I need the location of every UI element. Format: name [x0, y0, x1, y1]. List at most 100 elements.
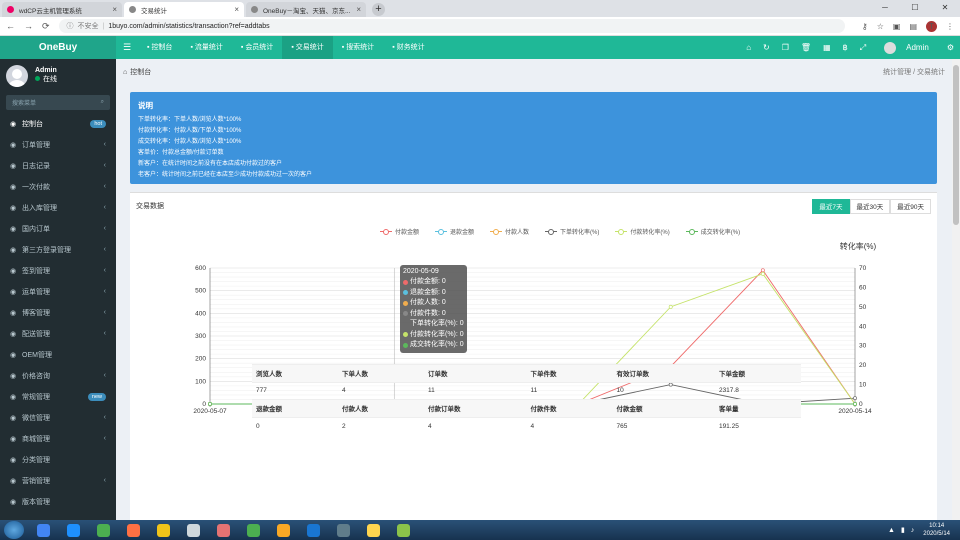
cache-icon[interactable]: ▦ [823, 43, 831, 52]
sidebar-item[interactable]: ◉ 分类管理 [0, 449, 116, 470]
topnav-item[interactable]: ▪ 交易统计 [282, 36, 333, 59]
reload-icon[interactable]: ⟳ [42, 21, 50, 32]
fullscreen-icon[interactable]: ⤢ [860, 43, 866, 53]
taskbar-app-icon[interactable] [271, 521, 295, 539]
sidebar-item[interactable]: ◉ 出入库管理 ‹ [0, 197, 116, 218]
volume-icon[interactable]: ♪ [911, 527, 915, 534]
sidebar-item[interactable]: ◉ 配送管理 ‹ [0, 323, 116, 344]
sidebar-item[interactable]: ◉ 一次付款 ‹ [0, 176, 116, 197]
sidebar-item[interactable]: ◉ 日志记录 ‹ [0, 155, 116, 176]
data-point [853, 396, 857, 401]
legend-item[interactable]: 下单转化率(%) [545, 227, 607, 236]
sidebar-search-input[interactable]: 搜索菜单 ⌕ [6, 95, 110, 110]
taskbar-app-icon[interactable] [241, 521, 265, 539]
table-row: 浏览人数 下单人数 订单数 下单件数 有效订单数 下单金额 [252, 364, 801, 382]
topnav-item[interactable]: ▪ 控制台 [138, 36, 181, 59]
taskbar-app-icon[interactable] [361, 521, 385, 539]
range-button[interactable]: 最近90天 [890, 198, 931, 214]
close-window-icon[interactable]: ✕ [930, 0, 960, 15]
sidebar-item[interactable]: ◉ 博客管理 ‹ [0, 302, 116, 323]
sidebar-item[interactable]: ◉ 国内订单 ‹ [0, 218, 116, 239]
y-tick-label: 400 [195, 310, 206, 317]
url-input[interactable]: ⓘ 不安全 | 1buyo.com/admin/statistics/trans… [58, 19, 845, 33]
legend-item[interactable]: 付款金额 [380, 227, 427, 236]
search-icon[interactable]: ⌕ [101, 99, 104, 106]
network-icon[interactable]: ▮ [901, 526, 905, 534]
browser-tab[interactable]: wdCP云主机管理系统 × [2, 2, 122, 17]
topnav-item[interactable]: ▪ 会员统计 [232, 36, 282, 59]
taskbar-app-icon[interactable] [61, 521, 85, 539]
tooltip-row: 成交转化率(%): 0 [403, 340, 464, 351]
sidebar-item[interactable]: ◉ 价格咨询 ‹ [0, 365, 116, 386]
clone-icon[interactable]: ❐ [782, 43, 789, 52]
legend-marker [615, 229, 628, 235]
sidebar-toggle-icon[interactable]: ☰ [116, 42, 138, 53]
extension-icon[interactable]: ▣ [893, 22, 901, 31]
admin-menu[interactable]: Admin [878, 41, 935, 54]
taskbar-app-icon[interactable] [31, 521, 55, 539]
legend-item[interactable]: 成交转化率(%) [685, 227, 748, 236]
sidebar-item[interactable]: ◉ 商城管理 ‹ [0, 428, 116, 449]
taskbar-app-icon[interactable] [181, 521, 205, 539]
sidebar-item[interactable]: ◉ 版本管理 [0, 491, 116, 512]
range-button[interactable]: 最近7天 [812, 198, 850, 214]
sidebar-item[interactable]: ◉ 第三方登录管理 ‹ [0, 239, 116, 260]
close-icon[interactable]: × [356, 5, 361, 14]
breadcrumb-left[interactable]: 控制台 [130, 67, 151, 77]
scrollbar-thumb[interactable] [953, 65, 959, 225]
extension-icon-2[interactable]: ▤ [909, 22, 917, 31]
browser-tab[interactable]: 交易统计 × [124, 2, 244, 17]
tray-arrow-icon[interactable]: ▲ [888, 527, 895, 534]
sidebar-item[interactable]: ◉ OEM管理 [0, 344, 116, 365]
chevron-left-icon: ‹ [103, 162, 106, 169]
sidebar-item[interactable]: ◉ 签到管理 ‹ [0, 260, 116, 281]
bitcoin-icon[interactable]: ฿ [843, 43, 848, 52]
key-icon[interactable]: ⚷ [862, 22, 868, 31]
bookmark-star-icon[interactable]: ☆ [877, 22, 884, 31]
info-icon[interactable]: ⓘ [67, 21, 74, 31]
maximize-icon[interactable]: ☐ [900, 0, 930, 15]
refresh-icon[interactable]: ↻ [763, 43, 770, 52]
app-logo[interactable]: OneBuy [0, 36, 116, 59]
page-scrollbar[interactable] [952, 59, 960, 520]
taskbar-app-icon[interactable] [211, 521, 235, 539]
legend-item[interactable]: 付款人数 [490, 227, 537, 236]
range-button[interactable]: 最近30天 [849, 198, 891, 214]
taskbar-app-icon[interactable] [121, 521, 145, 539]
topnav-item[interactable]: ▪ 流量统计 [181, 36, 231, 59]
taskbar-app-icon[interactable] [91, 521, 115, 539]
data-point [760, 271, 765, 276]
profile-avatar[interactable]: T [926, 20, 937, 32]
browser-tab[interactable]: OneBuy－淘宝、天猫、京东... × [246, 2, 366, 17]
legend-item[interactable]: 退款金额 [435, 227, 482, 236]
breadcrumb-right[interactable]: 统计管理 / 交易统计 [883, 67, 945, 77]
taskbar-app-icon[interactable] [151, 521, 175, 539]
start-button[interactable] [4, 521, 24, 539]
url-text: 1buyo.com/admin/statistics/transaction?r… [108, 22, 270, 30]
sidebar-item[interactable]: ◉ 常规管理 new [0, 386, 116, 407]
taskbar-app-icon[interactable] [391, 521, 415, 539]
back-icon[interactable]: ← [6, 21, 15, 31]
sidebar-item[interactable]: ◉ 营销管理 ‹ [0, 470, 116, 491]
y2-tick-label: 10 [859, 382, 867, 389]
close-icon[interactable]: × [112, 5, 117, 14]
forward-icon[interactable]: → [24, 21, 33, 31]
trash-icon[interactable]: 🗑 [801, 43, 811, 52]
sidebar-item[interactable]: ◉ 订单管理 ‹ [0, 134, 116, 155]
clock[interactable]: 10:14 2020/5/14 [923, 522, 950, 538]
taskbar-app-icon[interactable] [331, 521, 355, 539]
legend-item[interactable]: 付款转化率(%) [615, 227, 677, 236]
taskbar-app-icon[interactable] [301, 521, 325, 539]
sidebar-item[interactable]: ◉ 运单管理 ‹ [0, 281, 116, 302]
home-icon[interactable]: ⌂ [746, 43, 751, 52]
sidebar-item[interactable]: ◉ 控制台 hot [0, 113, 116, 134]
topnav-item[interactable]: ▪ 搜索统计 [333, 36, 383, 59]
menu-dots-icon[interactable]: ⋮ [946, 22, 954, 31]
minimize-icon[interactable]: ─ [870, 0, 900, 15]
alert-line: 付款转化率：付款人数/下单人数*100% [138, 128, 242, 134]
settings-gear-icon[interactable]: ⚙ [947, 43, 954, 52]
sidebar-item[interactable]: ◉ 微信管理 ‹ [0, 407, 116, 428]
topnav-item[interactable]: ▪ 财务统计 [383, 36, 433, 59]
close-icon[interactable]: × [234, 5, 239, 14]
new-tab-button[interactable]: + [372, 3, 385, 16]
